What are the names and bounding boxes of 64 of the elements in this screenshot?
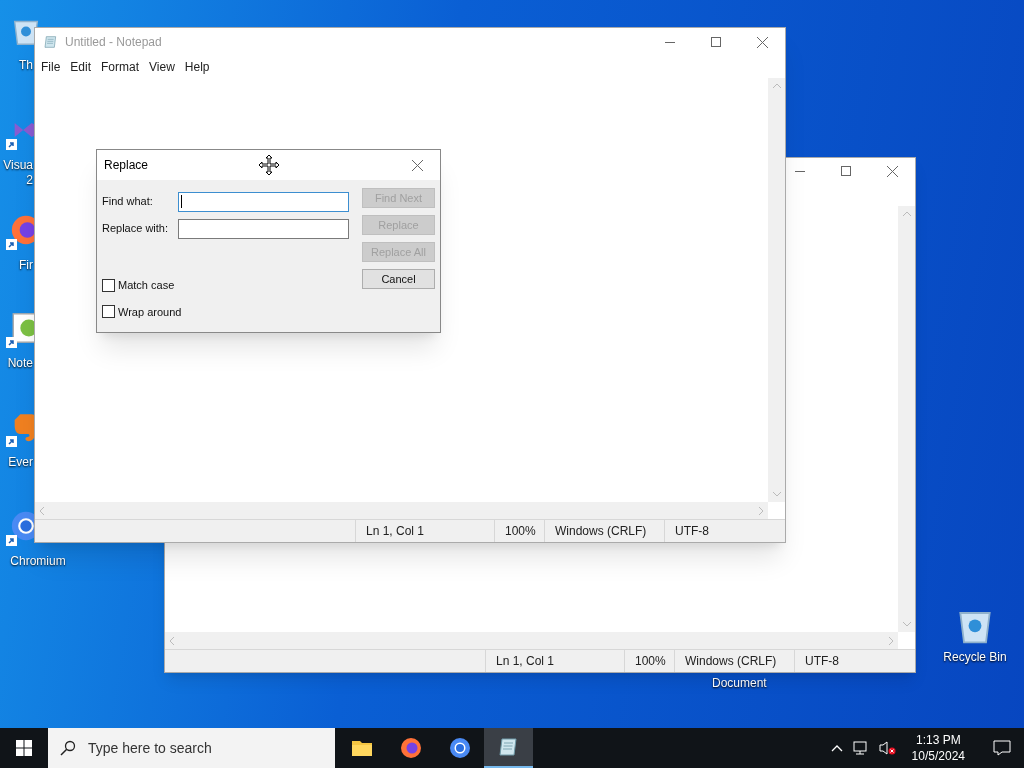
field-label: Replace with: bbox=[102, 221, 170, 237]
shortcut-arrow-icon bbox=[6, 337, 17, 348]
window-title: Untitled - Notepad bbox=[65, 34, 162, 51]
desktop-icon-label[interactable]: Chromium bbox=[10, 554, 66, 569]
minimize-icon bbox=[665, 41, 675, 43]
maximize-icon bbox=[841, 166, 851, 176]
status-text: Windows (CRLF) bbox=[544, 520, 664, 542]
menu-item[interactable]: View bbox=[144, 58, 180, 76]
desktop-icon-label[interactable]: Fir bbox=[19, 258, 33, 273]
firefox-icon bbox=[398, 736, 423, 760]
desktop-icon-label[interactable]: Th bbox=[19, 58, 33, 73]
vertical-scrollbar[interactable] bbox=[898, 206, 915, 632]
checkbox-label: Match case bbox=[118, 278, 175, 293]
vertical-scrollbar[interactable] bbox=[768, 78, 785, 502]
move-cursor-icon bbox=[258, 154, 280, 176]
dialog-title: Replace bbox=[104, 157, 149, 174]
checkbox[interactable] bbox=[102, 305, 115, 319]
taskbar-app-button[interactable] bbox=[484, 728, 533, 768]
status-text: Windows (CRLF) bbox=[674, 650, 794, 672]
status-text: Ln 1, Col 1 bbox=[355, 520, 494, 542]
status-text: 100% bbox=[494, 520, 544, 542]
menu-item[interactable]: Edit bbox=[65, 58, 97, 76]
desktop-icon-label[interactable]: Document bbox=[712, 676, 767, 691]
menu-item[interactable]: File bbox=[36, 58, 66, 76]
checkbox-label: Wrap around bbox=[118, 304, 182, 320]
shortcut-arrow-icon bbox=[6, 239, 17, 250]
desktop-icon-label[interactable]: Note bbox=[7, 356, 33, 371]
text-field[interactable] bbox=[178, 191, 349, 212]
horizontal-scrollbar[interactable] bbox=[165, 632, 898, 649]
windows-logo-icon bbox=[16, 740, 32, 756]
minimize-icon bbox=[795, 170, 805, 172]
speech-bubble-icon bbox=[993, 740, 1011, 756]
chevron-up-icon[interactable] bbox=[830, 744, 843, 752]
notepad-icon bbox=[43, 34, 59, 50]
desktop-icon-label[interactable]: Recycle Bin bbox=[943, 650, 1007, 665]
status-text: Ln 1, Col 1 bbox=[485, 650, 624, 672]
close-icon bbox=[886, 165, 898, 177]
shortcut-arrow-icon bbox=[6, 139, 17, 150]
field-label: Find what: bbox=[102, 194, 154, 210]
menu-item[interactable]: Help bbox=[179, 58, 215, 76]
desktop-icon-label[interactable]: Ever bbox=[8, 455, 33, 470]
clock-date[interactable]: 10/5/2024 bbox=[911, 748, 965, 764]
network-icon[interactable] bbox=[851, 740, 870, 756]
search-field[interactable]: Type here to search bbox=[48, 728, 335, 768]
close-icon bbox=[756, 36, 768, 48]
maximize-icon bbox=[711, 37, 721, 47]
clock-time[interactable]: 1:13 PM bbox=[915, 732, 961, 748]
menu-item[interactable]: Format bbox=[96, 58, 145, 76]
status-text: 100% bbox=[624, 650, 674, 672]
dialog-button[interactable]: Cancel bbox=[362, 269, 435, 289]
checkbox[interactable] bbox=[102, 278, 115, 292]
status-text: UTF-8 bbox=[664, 520, 769, 542]
text-field[interactable] bbox=[178, 218, 349, 239]
desktop-icon-label[interactable]: 2 bbox=[26, 173, 33, 188]
shortcut-arrow-icon bbox=[6, 436, 17, 447]
muted-speaker-icon[interactable] bbox=[878, 740, 897, 756]
shortcut-arrow-icon bbox=[6, 535, 17, 546]
text-cursor bbox=[181, 195, 182, 208]
close-icon bbox=[411, 159, 423, 171]
status-text: UTF-8 bbox=[794, 650, 899, 672]
chromium-icon bbox=[447, 736, 472, 760]
horizontal-scrollbar[interactable] bbox=[35, 502, 768, 519]
desktop-icon-label[interactable]: Visua bbox=[3, 158, 33, 173]
search-icon bbox=[60, 740, 76, 756]
